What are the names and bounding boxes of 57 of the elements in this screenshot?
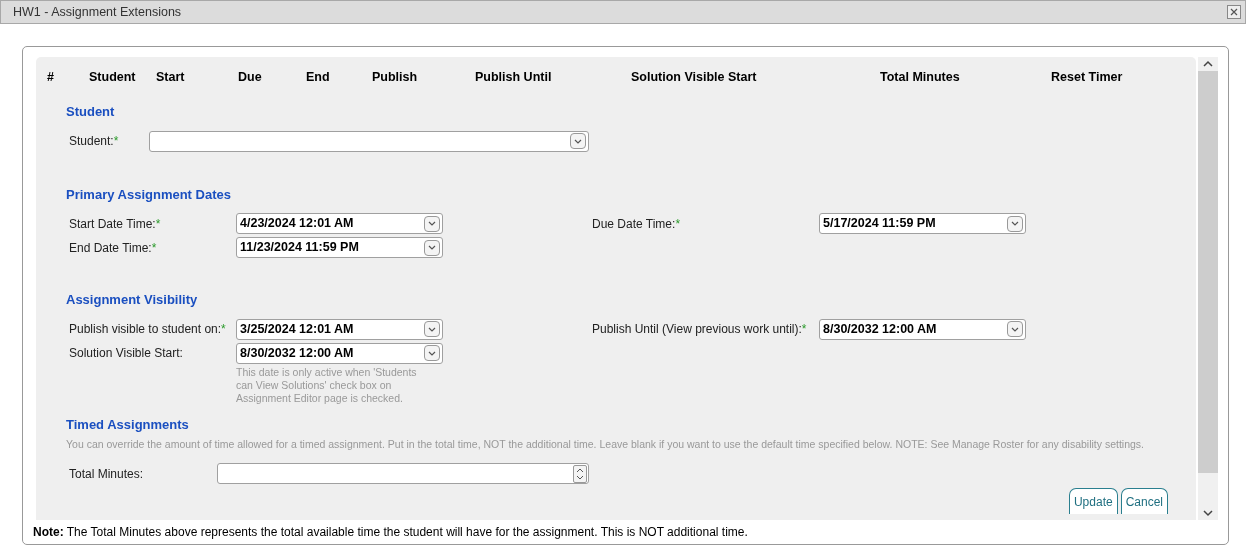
column-header: Total Minutes — [880, 70, 960, 84]
field-value: 11/23/2024 11:59 PM — [240, 239, 359, 257]
field-hint: This date is only active when 'Students can View Solutions' check box on Assignment Editor page is checked. — [236, 365, 418, 405]
section-heading: Assignment Visibility — [66, 291, 199, 309]
column-header: Publish Until — [475, 70, 552, 84]
field-value: 8/30/2032 12:00 AM — [823, 320, 937, 338]
note-text: Note: The Total Minutes above represents the total available time the student will have for the assignment. This is NOT additional time. — [33, 524, 749, 541]
required-mark: * — [675, 215, 681, 233]
dropdown-icon[interactable] — [1007, 321, 1023, 337]
field-label: Solution Visible Start: — [68, 345, 183, 362]
field-label: Total Minutes: — [68, 465, 144, 483]
required-mark: * — [801, 321, 807, 338]
date-time-field[interactable]: 11/23/2024 11:59 PM — [236, 237, 443, 258]
field-label: Due Date Time: — [591, 215, 676, 233]
field-value: 8/30/2032 12:00 AM — [240, 344, 354, 362]
column-header: Student — [89, 70, 136, 84]
date-time-field[interactable]: 8/30/2032 12:00 AM — [236, 342, 443, 364]
column-header: # — [47, 70, 54, 84]
date-time-field[interactable]: 8/30/2032 12:00 AM — [819, 318, 1026, 340]
dropdown-icon[interactable] — [570, 133, 586, 149]
field-label: Student: — [68, 133, 114, 150]
field-value: 3/25/2024 12:01 AM — [240, 320, 354, 338]
section-heading: Timed Assignments — [66, 415, 190, 434]
column-header: Solution Visible Start — [631, 70, 757, 84]
dropdown-icon[interactable] — [424, 345, 440, 361]
required-mark: * — [113, 133, 119, 150]
column-header: Due — [238, 70, 262, 84]
section-description: You can override the amount of time allowed for a timed assignment. Put in the total time, NOT the additional time. Leave blank if you want to use the default time specified below. NOTE: See Manage Roster for any disability settings. — [66, 437, 1145, 451]
field-label: Start Date Time: — [68, 215, 156, 233]
field-label: End Date Time: — [68, 239, 152, 257]
field-value: 4/23/2024 12:01 AM — [240, 215, 354, 233]
close-button[interactable] — [1227, 5, 1241, 19]
field-label: Publish Until (View previous work until): — [591, 321, 802, 338]
number-field[interactable] — [217, 463, 589, 484]
field-label: Publish visible to student on: — [68, 321, 222, 338]
required-mark: * — [155, 215, 161, 233]
dropdown-icon[interactable] — [1007, 215, 1023, 232]
date-time-field[interactable]: 4/23/2024 12:01 AM — [236, 213, 443, 234]
dropdown-icon[interactable] — [424, 239, 440, 256]
window-title: HW1 - Assignment Extensions — [13, 3, 182, 21]
student-dropdown[interactable] — [149, 130, 589, 152]
required-mark: * — [151, 239, 157, 257]
column-header: End — [306, 70, 330, 84]
dropdown-icon[interactable] — [424, 321, 440, 337]
section-heading: Student — [66, 103, 116, 121]
update-button[interactable]: Update — [1068, 488, 1118, 514]
spinner-icon[interactable] — [573, 464, 587, 483]
column-header: Reset Timer — [1051, 70, 1123, 84]
section-heading: Primary Assignment Dates — [66, 185, 232, 204]
cancel-button[interactable]: Cancel — [1120, 488, 1168, 514]
required-mark: * — [221, 321, 226, 338]
column-header: Publish — [372, 70, 418, 84]
dropdown-icon[interactable] — [424, 215, 440, 232]
column-header: Start — [156, 70, 185, 84]
date-time-field[interactable]: 5/17/2024 11:59 PM — [819, 213, 1026, 234]
field-value: 5/17/2024 11:59 PM — [823, 215, 936, 233]
date-time-field[interactable]: 3/25/2024 12:01 AM — [236, 318, 443, 340]
